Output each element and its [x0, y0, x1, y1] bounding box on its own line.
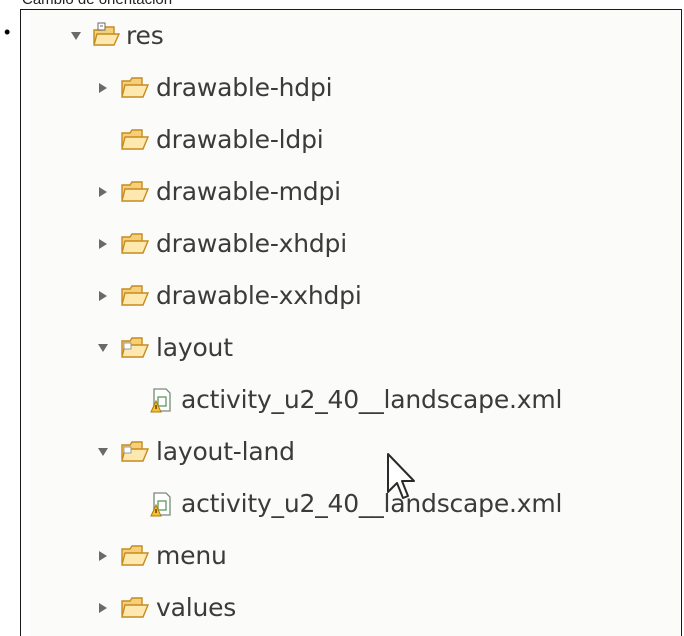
tree-item-res[interactable]: res	[30, 16, 630, 56]
tree-item-folder[interactable]: drawable-mdpi	[30, 172, 630, 212]
resource-folder-icon	[92, 21, 121, 47]
collapsed-twisty-icon[interactable]	[95, 80, 111, 96]
collapsed-twisty-icon[interactable]	[95, 184, 111, 200]
open-folder-icon	[120, 439, 150, 465]
tree-item-folder[interactable]: drawable-ldpi	[30, 120, 630, 160]
folder-icon	[120, 127, 150, 153]
folder-icon	[120, 231, 150, 257]
tree-item-label: drawable-xhdpi	[156, 229, 347, 258]
list-bullet: •	[4, 22, 11, 42]
xml-layout-file-icon	[147, 386, 173, 414]
tree-item-folder[interactable]: drawable-hdpi	[30, 68, 630, 108]
collapsed-twisty-icon[interactable]	[95, 236, 111, 252]
tree-item-label: drawable-xxhdpi	[156, 281, 362, 310]
tree-item-folder[interactable]: drawable-xxhdpi	[30, 276, 630, 316]
tree-item-folder[interactable]: drawable-xhdpi	[30, 224, 630, 264]
tree-item-label: activity_u2_40__landscape.xml	[181, 489, 563, 518]
expanded-twisty-icon[interactable]	[95, 340, 111, 356]
tree-item-label: drawable-hdpi	[156, 73, 333, 102]
tree-item-label: drawable-ldpi	[156, 125, 324, 154]
open-folder-icon	[120, 335, 150, 361]
caption-text: Cambio de orientación	[22, 0, 172, 8]
tree-item-folder[interactable]: values	[30, 588, 630, 628]
folder-icon	[120, 179, 150, 205]
tree-item-folder[interactable]: layout-land	[30, 432, 630, 472]
resource-tree: res drawable-hdpi drawable-ldpi drawable…	[30, 10, 680, 636]
folder-icon	[120, 543, 150, 569]
tree-item-label: res	[126, 21, 164, 50]
tree-item-file[interactable]: activity_u2_40__landscape.xml	[30, 484, 670, 524]
project-explorer-frame: res drawable-hdpi drawable-ldpi drawable…	[20, 9, 682, 636]
tree-item-label: drawable-mdpi	[156, 177, 341, 206]
tree-item-label: menu	[156, 541, 227, 570]
tree-item-label: activity_u2_40__landscape.xml	[181, 385, 563, 414]
tree-item-label: layout-land	[156, 437, 295, 466]
screenshot-page: Cambio de orientación • res	[0, 0, 684, 636]
mouse-pointer-icon	[386, 452, 416, 504]
tree-item-file[interactable]: activity_u2_40__landscape.xml	[30, 380, 670, 420]
folder-icon	[120, 595, 150, 621]
collapsed-twisty-icon[interactable]	[95, 548, 111, 564]
expanded-twisty-icon[interactable]	[68, 28, 84, 44]
folder-icon	[120, 75, 150, 101]
tree-item-label: values	[156, 593, 237, 622]
folder-icon	[120, 283, 150, 309]
xml-layout-file-icon	[147, 490, 173, 518]
expanded-twisty-icon[interactable]	[95, 444, 111, 460]
collapsed-twisty-icon[interactable]	[95, 288, 111, 304]
collapsed-twisty-icon[interactable]	[95, 600, 111, 616]
tree-item-label: layout	[156, 333, 233, 362]
tree-item-folder[interactable]: menu	[30, 536, 630, 576]
tree-item-folder[interactable]: layout	[30, 328, 630, 368]
